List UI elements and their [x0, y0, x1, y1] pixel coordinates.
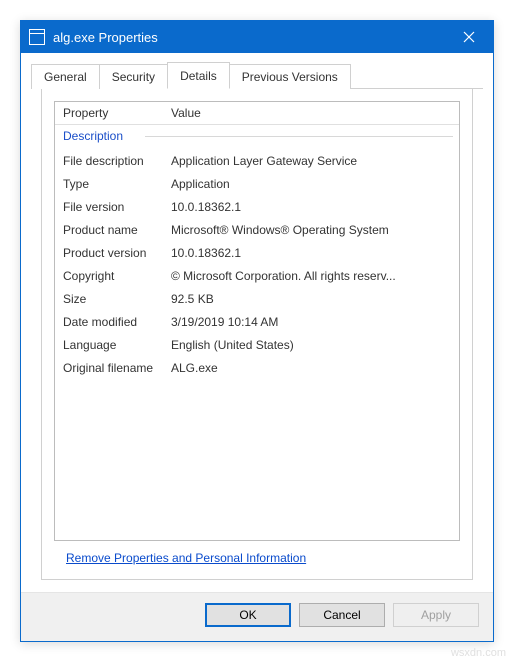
list-header: Property Value [55, 102, 459, 125]
tabs: General Security Details Previous Versio… [31, 61, 483, 89]
value-product-version: 10.0.18362.1 [167, 244, 459, 262]
label-size: Size [55, 290, 167, 308]
row-original-filename[interactable]: Original filename ALG.exe [55, 357, 459, 380]
value-copyright: © Microsoft Corporation. All rights rese… [167, 267, 459, 285]
titlebar[interactable]: alg.exe Properties [21, 21, 493, 53]
value-original-filename: ALG.exe [167, 359, 459, 377]
properties-window: alg.exe Properties General Security Deta… [20, 20, 494, 642]
value-date-modified: 3/19/2019 10:14 AM [167, 313, 459, 331]
tab-details[interactable]: Details [167, 62, 230, 89]
value-size: 92.5 KB [167, 290, 459, 308]
label-language: Language [55, 336, 167, 354]
value-type: Application [167, 175, 459, 193]
button-row: OK Cancel Apply [21, 592, 493, 641]
row-language[interactable]: Language English (United States) [55, 334, 459, 357]
row-product-version[interactable]: Product version 10.0.18362.1 [55, 242, 459, 265]
apply-button: Apply [393, 603, 479, 627]
label-file-version: File version [55, 198, 167, 216]
row-copyright[interactable]: Copyright © Microsoft Corporation. All r… [55, 265, 459, 288]
label-type: Type [55, 175, 167, 193]
section-description: Description [55, 125, 459, 143]
label-product-name: Product name [55, 221, 167, 239]
watermark: wsxdn.com [451, 647, 506, 659]
section-divider [145, 136, 453, 137]
ok-button[interactable]: OK [205, 603, 291, 627]
tab-previous-versions[interactable]: Previous Versions [229, 64, 351, 89]
row-file-version[interactable]: File version 10.0.18362.1 [55, 196, 459, 219]
row-date-modified[interactable]: Date modified 3/19/2019 10:14 AM [55, 311, 459, 334]
value-product-name: Microsoft® Windows® Operating System [167, 221, 459, 239]
link-row: Remove Properties and Personal Informati… [54, 541, 460, 567]
properties-list[interactable]: Property Value Description File descript… [54, 101, 460, 541]
cancel-button[interactable]: Cancel [299, 603, 385, 627]
label-copyright: Copyright [55, 267, 167, 285]
tab-security[interactable]: Security [99, 64, 168, 89]
value-language: English (United States) [167, 336, 459, 354]
header-property: Property [55, 106, 167, 120]
value-file-description: Application Layer Gateway Service [167, 152, 459, 170]
remove-properties-link[interactable]: Remove Properties and Personal Informati… [66, 551, 306, 565]
label-product-version: Product version [55, 244, 167, 262]
tabs-area: General Security Details Previous Versio… [21, 53, 493, 592]
value-file-version: 10.0.18362.1 [167, 198, 459, 216]
close-button[interactable] [449, 23, 489, 51]
row-type[interactable]: Type Application [55, 173, 459, 196]
row-product-name[interactable]: Product name Microsoft® Windows® Operati… [55, 219, 459, 242]
close-icon [463, 31, 475, 43]
tab-general[interactable]: General [31, 64, 100, 89]
label-original-filename: Original filename [55, 359, 167, 377]
label-file-description: File description [55, 152, 167, 170]
app-icon [29, 29, 45, 45]
window-title: alg.exe Properties [53, 30, 449, 45]
label-date-modified: Date modified [55, 313, 167, 331]
tab-content: Property Value Description File descript… [41, 89, 473, 580]
header-value: Value [167, 106, 459, 120]
row-file-description[interactable]: File description Application Layer Gatew… [55, 150, 459, 173]
row-size[interactable]: Size 92.5 KB [55, 288, 459, 311]
